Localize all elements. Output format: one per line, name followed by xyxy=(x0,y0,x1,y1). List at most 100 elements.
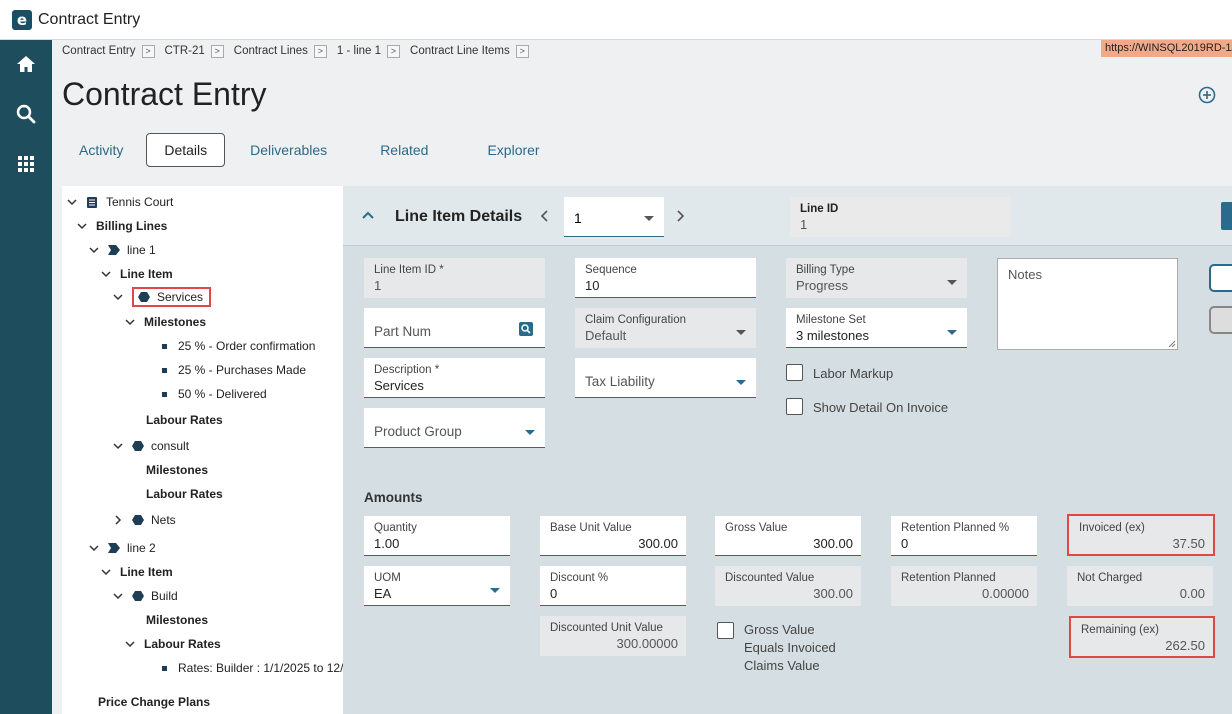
tab-activity[interactable]: Activity xyxy=(62,133,140,167)
tree-node-labour-rates[interactable]: Labour Rates xyxy=(146,484,223,504)
tree-node-root[interactable]: Tennis Court xyxy=(66,192,173,212)
search-icon[interactable] xyxy=(0,94,52,134)
tree-node-line-item[interactable]: Line Item xyxy=(100,264,173,284)
chevron-right-icon[interactable] xyxy=(674,210,686,222)
tree-node-milestones[interactable]: Milestones xyxy=(124,312,206,332)
home-icon[interactable] xyxy=(0,44,52,84)
breadcrumb-item[interactable]: Contract Entry > xyxy=(62,44,155,58)
part-search-icon[interactable] xyxy=(519,322,533,336)
primary-action-button[interactable] xyxy=(1221,202,1232,230)
chevron-left-icon[interactable] xyxy=(539,210,551,222)
chevron-right-icon[interactable]: > xyxy=(210,44,224,58)
retention-planned-field: Retention Planned 0.00000 xyxy=(891,566,1037,606)
labor-markup-checkbox[interactable]: Labor Markup xyxy=(786,364,893,381)
quantity-field[interactable]: Quantity 1.00 xyxy=(364,516,510,556)
show-detail-on-invoice-checkbox[interactable]: Show Detail On Invoice xyxy=(786,398,948,415)
checkbox[interactable] xyxy=(786,364,803,381)
edge-toggle-button[interactable] xyxy=(1209,264,1232,292)
tree-node-labour-rates[interactable]: Labour Rates xyxy=(124,634,221,654)
chevron-right-icon[interactable]: > xyxy=(387,44,401,58)
tree-node-rate[interactable]: Rates: Builder : 1/1/2025 to 12/31/2025 xyxy=(162,658,343,678)
selected-node-highlight[interactable]: Services xyxy=(132,287,212,307)
apps-grid-icon[interactable] xyxy=(0,144,52,184)
chevron-right-icon[interactable] xyxy=(112,514,124,526)
uom-select[interactable]: UOM EA xyxy=(364,566,510,606)
claim-configuration-select[interactable]: Claim Configuration Default xyxy=(575,308,756,348)
tree-node-milestones[interactable]: Milestones xyxy=(146,460,208,480)
chevron-right-icon[interactable]: > xyxy=(515,44,529,58)
chevron-down-icon[interactable] xyxy=(66,196,78,208)
chevron-down-icon[interactable] xyxy=(88,244,100,256)
notes-textarea[interactable]: Notes xyxy=(997,258,1178,350)
tree-node-price-change-plans[interactable]: Price Change Plans xyxy=(98,692,210,712)
retention-planned-pct-field[interactable]: Retention Planned % 0 xyxy=(891,516,1037,556)
tree-node-build[interactable]: Build xyxy=(112,586,178,606)
tree-node-line2[interactable]: line 2 xyxy=(88,538,156,558)
breadcrumb-item[interactable]: Contract Line Items > xyxy=(410,44,529,58)
milestone-set-select[interactable]: Milestone Set 3 milestones xyxy=(786,308,967,348)
sequence-field[interactable]: Sequence 10 xyxy=(575,258,756,298)
tree-node-services[interactable]: Services xyxy=(112,287,212,307)
tree-node-milestones[interactable]: Milestones xyxy=(146,610,208,630)
window-title: Contract Entry xyxy=(38,10,141,28)
add-circle-icon[interactable] xyxy=(1198,86,1216,104)
tax-liability-select[interactable]: Tax Liability xyxy=(575,358,756,398)
tab-details[interactable]: Details xyxy=(146,133,226,167)
discounted-unit-value-field: Discounted Unit Value 300.00000 xyxy=(540,616,686,656)
dropdown-arrow-icon[interactable] xyxy=(736,380,746,385)
resize-handle-icon[interactable] xyxy=(1168,340,1176,348)
tab-deliverables[interactable]: Deliverables xyxy=(233,133,344,167)
billing-type-select[interactable]: Billing Type Progress xyxy=(786,258,967,298)
dropdown-arrow-icon[interactable] xyxy=(947,330,957,335)
chevron-down-icon[interactable] xyxy=(112,291,124,303)
chevron-up-icon[interactable] xyxy=(361,208,375,222)
chevron-down-icon[interactable] xyxy=(100,566,112,578)
record-pager-select[interactable]: 1 xyxy=(564,197,664,237)
dropdown-arrow-icon[interactable] xyxy=(490,588,500,593)
tree-node-milestone[interactable]: 50 % - Delivered xyxy=(162,384,267,404)
tree-node-consult[interactable]: consult xyxy=(112,436,189,456)
line-item-id-field: Line Item ID * 1 xyxy=(364,258,545,298)
tree-node-billing-lines[interactable]: Billing Lines xyxy=(76,216,167,236)
gross-value-field[interactable]: Gross Value 300.00 xyxy=(715,516,861,556)
gross-equals-invoiced-checkbox[interactable]: Gross Value Equals Invoiced Claims Value xyxy=(717,622,836,675)
product-group-select[interactable]: Product Group xyxy=(364,408,545,448)
chevron-down-icon[interactable] xyxy=(100,268,112,280)
breadcrumb-item[interactable]: CTR-21 > xyxy=(165,44,224,58)
tree-node-milestone[interactable]: 25 % - Purchases Made xyxy=(162,360,306,380)
tab-related[interactable]: Related xyxy=(363,133,445,167)
chevron-down-icon[interactable] xyxy=(112,440,124,452)
dropdown-arrow-icon[interactable] xyxy=(525,430,535,435)
chevron-down-icon[interactable] xyxy=(76,220,88,232)
chevron-down-icon[interactable] xyxy=(112,590,124,602)
breadcrumb-item[interactable]: 1 - line 1 > xyxy=(337,44,401,58)
checkbox[interactable] xyxy=(717,622,734,639)
tab-explorer[interactable]: Explorer xyxy=(470,133,556,167)
tree-node-nets[interactable]: Nets xyxy=(112,510,176,530)
checkbox[interactable] xyxy=(786,398,803,415)
dropdown-arrow-icon[interactable] xyxy=(736,330,746,335)
tree-node-labour-rates[interactable]: Labour Rates xyxy=(146,410,223,430)
edge-toggle-button-disabled[interactable] xyxy=(1209,306,1232,334)
tree-node-line-item[interactable]: Line Item xyxy=(100,562,173,582)
line-id-field: Line ID 1 xyxy=(790,197,1011,237)
breadcrumb-item[interactable]: Contract Lines > xyxy=(234,44,327,58)
tab-bar: Activity Details Deliverables Related Ex… xyxy=(62,133,557,167)
contract-tree: Tennis Court Billing Lines line 1 Line I… xyxy=(62,186,343,714)
tree-node-line1[interactable]: line 1 xyxy=(88,240,156,260)
dropdown-arrow-icon[interactable] xyxy=(644,216,654,221)
discounted-value-field: Discounted Value 300.00 xyxy=(715,566,861,606)
main-area: Contract Entry > CTR-21 > Contract Lines > … xyxy=(52,40,1232,714)
base-unit-value-field[interactable]: Base Unit Value 300.00 xyxy=(540,516,686,556)
chevron-down-icon[interactable] xyxy=(124,638,136,650)
tree-node-milestone[interactable]: 25 % - Order confirmation xyxy=(162,336,315,356)
chevron-down-icon[interactable] xyxy=(124,316,136,328)
part-num-field[interactable]: Part Num xyxy=(364,308,545,348)
description-field[interactable]: Description * Services xyxy=(364,358,545,398)
chevron-down-icon[interactable] xyxy=(88,542,100,554)
discount-pct-field[interactable]: Discount % 0 xyxy=(540,566,686,606)
page-title: Contract Entry xyxy=(62,76,267,112)
chevron-right-icon[interactable]: > xyxy=(141,44,155,58)
chevron-right-icon[interactable]: > xyxy=(313,44,327,58)
dropdown-arrow-icon[interactable] xyxy=(947,280,957,285)
